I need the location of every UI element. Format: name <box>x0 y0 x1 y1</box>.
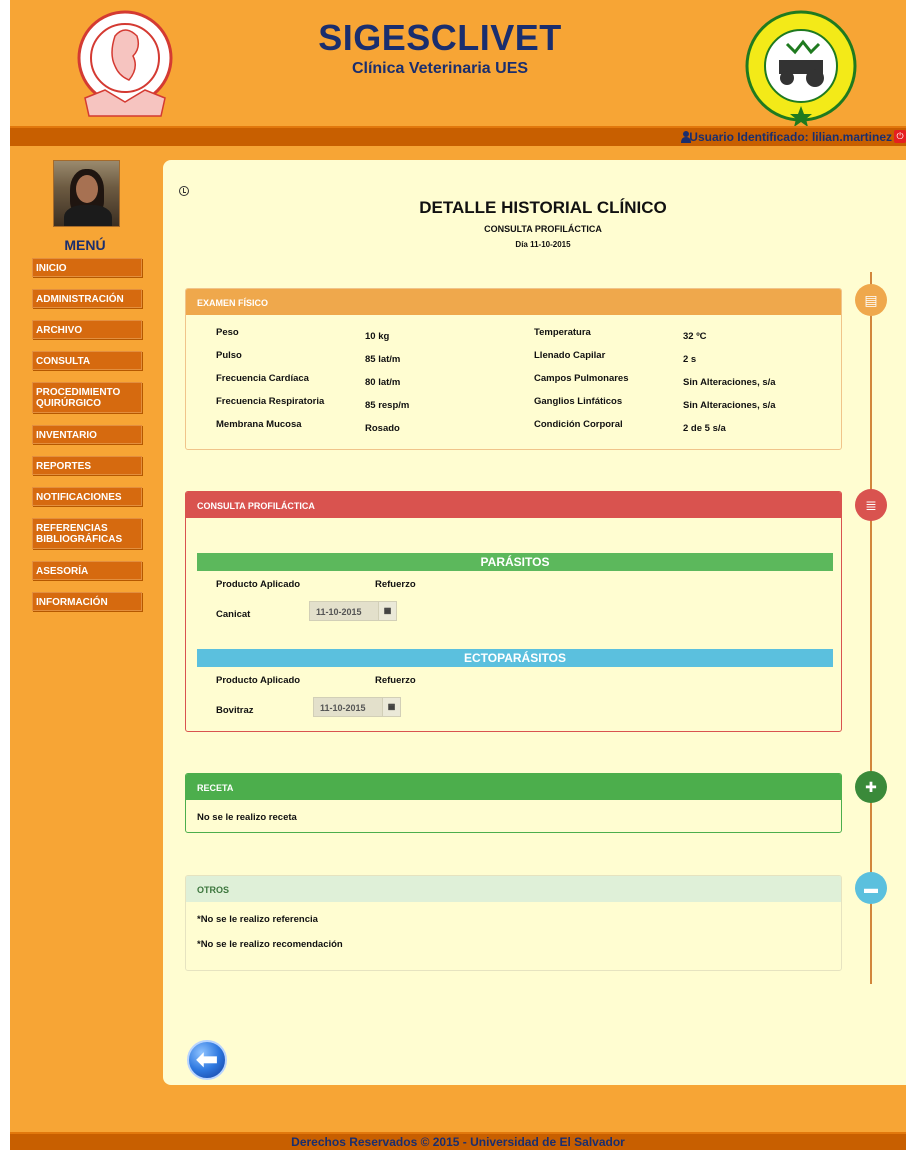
ectoparasites-product-label: Producto Aplicado <box>216 675 301 686</box>
exam-panel: EXAMEN FÍSICO Peso 10 kg Temperatura 32 … <box>185 288 842 450</box>
agronomy-faculty-logo <box>745 10 857 127</box>
prescription-panel-heading: RECETA <box>186 774 841 800</box>
clock-icon <box>179 186 189 196</box>
sidebar-item-consulta[interactable]: CONSULTA <box>32 351 142 370</box>
prophylaxis-panel-heading: CONSULTA PROFILÁCTICA <box>186 492 841 518</box>
parasites-band: PARÁSITOS <box>197 553 833 571</box>
exam-value: 85 resp/m <box>365 400 410 411</box>
ectoparasites-product: Bovitraz <box>216 705 254 716</box>
page-title-block: DETALLE HISTORIAL CLÍNICO CONSULTA PROFI… <box>328 198 758 249</box>
arrow-left-icon: ⬅ <box>196 1044 218 1074</box>
back-button[interactable]: ⬅ <box>187 1040 227 1080</box>
logout-power-icon[interactable]: ⏻ <box>894 130 906 143</box>
clipboard-icon: ▤ <box>855 284 887 316</box>
page-subtitle: CONSULTA PROFILÁCTICA <box>484 224 602 234</box>
exam-label: Peso <box>216 327 239 338</box>
user-bar: Usuario Identificado: lilian.martinez ⏻ <box>10 126 906 146</box>
ectoparasites-date-value: 11-10-2015 <box>320 703 366 713</box>
others-panel: OTROS *No se le realizo referencia *No s… <box>185 875 842 971</box>
sidebar-item-informacion[interactable]: INFORMACIÓN <box>32 592 142 611</box>
parasites-date-value: 11-10-2015 <box>316 607 362 617</box>
main-content: DETALLE HISTORIAL CLÍNICO CONSULTA PROFI… <box>163 160 906 1085</box>
ectoparasites-band: ECTOPARÁSITOS <box>197 649 833 667</box>
exam-label: Pulso <box>216 350 242 361</box>
app-title: SIGESCLIVET <box>318 17 562 58</box>
sidebar-item-archivo[interactable]: ARCHIVO <box>32 320 142 339</box>
footer: Derechos Reservados © 2015 - Universidad… <box>10 1132 906 1150</box>
menu-title: MENÚ <box>64 237 106 253</box>
ectoparasites-dose-label: Refuerzo <box>375 675 416 686</box>
exam-panel-heading: EXAMEN FÍSICO <box>186 289 841 315</box>
exam-label: Frecuencia Cardíaca <box>216 373 309 384</box>
sidebar-item-procedimiento-quirurgico[interactable]: PROCEDIMIENTO QUIRÚRGICO <box>32 382 142 413</box>
parasites-product-label: Producto Aplicado <box>216 579 301 590</box>
exam-value: Rosado <box>365 423 400 434</box>
prophylaxis-panel: CONSULTA PROFILÁCTICA PARÁSITOS Producto… <box>185 491 842 732</box>
exam-value: Sin Alteraciones, s/a <box>683 400 776 411</box>
exam-label: Condición Corporal <box>534 419 623 430</box>
prescription-text: No se le realizo receta <box>197 812 297 823</box>
folder-icon: ▬ <box>855 872 887 904</box>
others-reference: *No se le realizo referencia <box>197 914 318 925</box>
page-date: Día 11-10-2015 <box>515 240 571 249</box>
exam-label: Frecuencia Respiratoria <box>216 396 325 407</box>
university-seal-logo <box>77 10 173 117</box>
exam-value: 2 s <box>683 354 697 365</box>
parasites-dose-label: Refuerzo <box>375 579 416 590</box>
avatar <box>53 160 120 227</box>
others-recommendation: *No se le realizo recomendación <box>197 939 343 950</box>
exam-label: Campos Pulmonares <box>534 373 629 384</box>
exam-value: 10 kg <box>365 331 390 342</box>
sidebar-item-asesoria[interactable]: ASESORÍA <box>32 561 142 580</box>
header: SIGESCLIVET Clínica Veterinaria UES <box>10 0 906 127</box>
page: SIGESCLIVET Clínica Veterinaria UES Usua… <box>10 0 906 1150</box>
exam-label: Ganglios Linfáticos <box>534 396 623 407</box>
exam-value: 32 ºC <box>683 331 707 342</box>
ectoparasites-date-field[interactable]: 11-10-2015 ▦ <box>313 697 401 717</box>
sidebar-item-inicio[interactable]: INICIO <box>32 258 142 277</box>
sidebar-item-referencias-bibliograficas[interactable]: REFERENCIAS BIBLIOGRÁFICAS <box>32 518 142 549</box>
exam-value: 80 lat/m <box>365 377 401 388</box>
page-title: DETALLE HISTORIAL CLÍNICO <box>419 198 667 217</box>
sidebar-item-reportes[interactable]: REPORTES <box>32 456 142 475</box>
exam-value: Sin Alteraciones, s/a <box>683 377 776 388</box>
user-identified-label: Usuario Identificado: lilian.martinez <box>689 130 892 144</box>
prescription-panel: RECETA No se le realizo receta <box>185 773 842 833</box>
sidebar-item-inventario[interactable]: INVENTARIO <box>32 425 142 444</box>
exam-label: Temperatura <box>534 327 591 338</box>
parasites-date-field[interactable]: 11-10-2015 ▦ <box>309 601 397 621</box>
sidebar-item-notificaciones[interactable]: NOTIFICACIONES <box>32 487 142 506</box>
parasites-product: Canicat <box>216 609 251 620</box>
exam-value: 2 de 5 s/a <box>683 423 726 434</box>
list-icon: ≣ <box>855 489 887 521</box>
app-subtitle: Clínica Veterinaria UES <box>351 60 529 77</box>
exam-value: 85 lat/m <box>365 354 401 365</box>
exam-label: Llenado Capilar <box>534 350 606 361</box>
brand: SIGESCLIVET Clínica Veterinaria UES <box>310 18 570 78</box>
calendar-icon[interactable]: ▦ <box>382 698 400 716</box>
others-panel-heading: OTROS <box>186 876 841 902</box>
calendar-icon[interactable]: ▦ <box>378 602 396 620</box>
sidebar-item-administracion[interactable]: ADMINISTRACIÓN <box>32 289 142 308</box>
medkit-icon: ✚ <box>855 771 887 803</box>
exam-label: Membrana Mucosa <box>216 419 302 430</box>
